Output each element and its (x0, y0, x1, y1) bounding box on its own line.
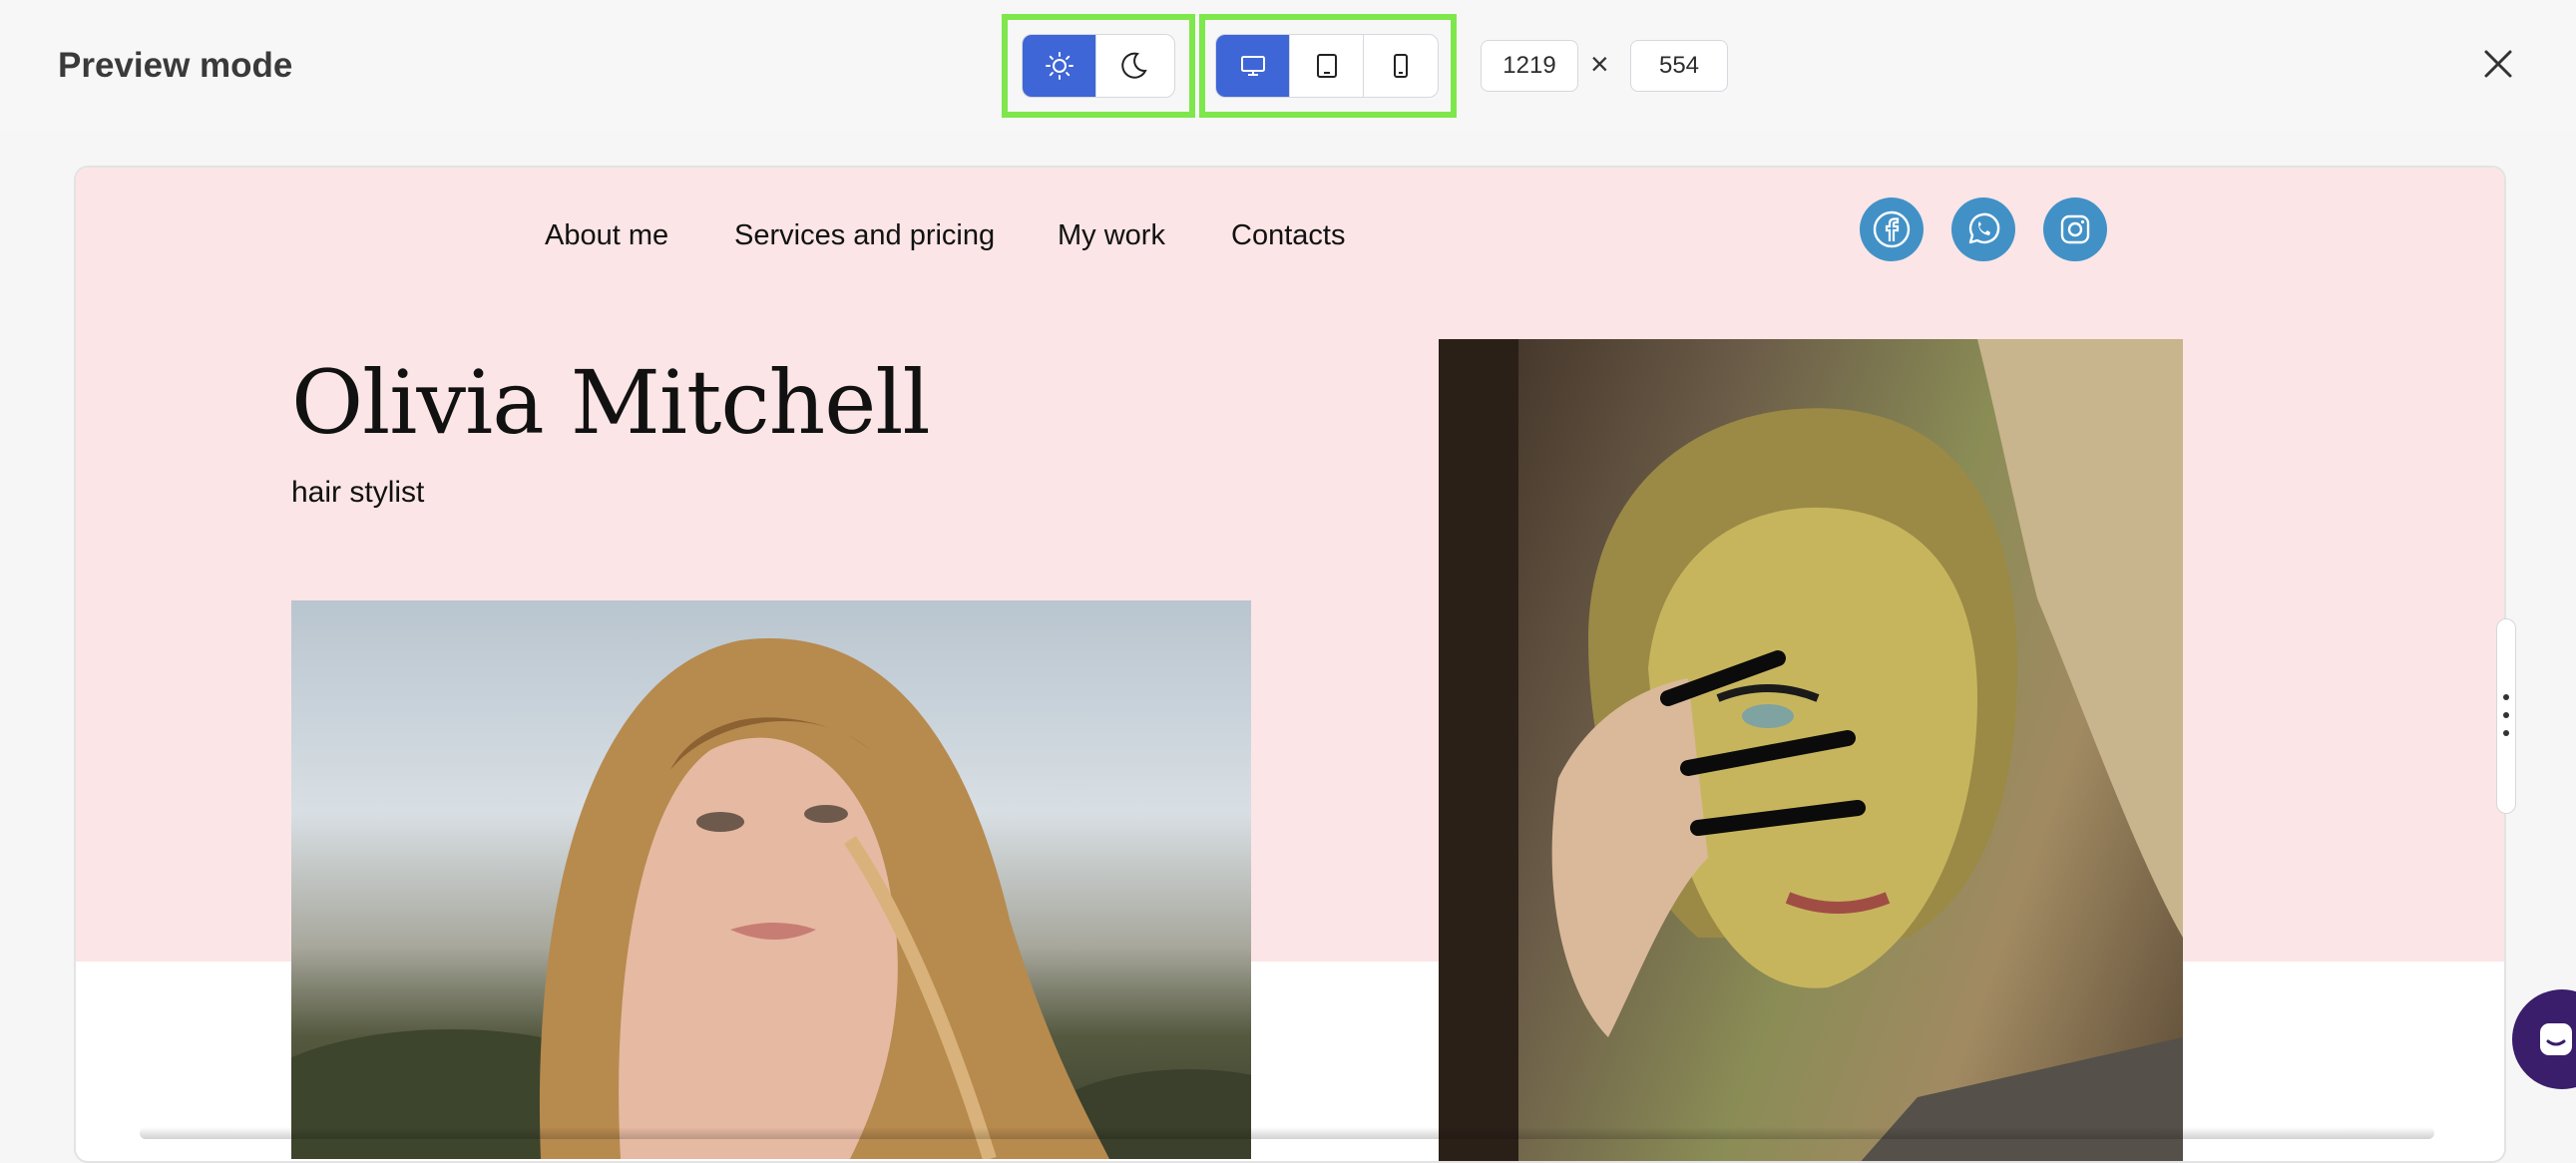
sun-icon (1045, 52, 1073, 80)
instagram-button[interactable] (2043, 197, 2107, 261)
close-icon[interactable] (2478, 44, 2518, 84)
portrait-photo-2 (1439, 339, 2183, 1161)
facebook-button[interactable] (1860, 197, 1924, 261)
portrait-photo-1 (291, 600, 1251, 1159)
whatsapp-button[interactable] (1951, 197, 2015, 261)
device-toggle (1215, 34, 1439, 98)
desktop-icon (1240, 56, 1265, 76)
site-preview-frame: About me Services and pricing My work Co… (74, 166, 2506, 1163)
page-title: Preview mode (58, 46, 293, 85)
desktop-view-button[interactable] (1216, 35, 1290, 97)
nav-services[interactable]: Services and pricing (734, 215, 995, 255)
chat-launcher-button[interactable] (2512, 989, 2576, 1089)
tablet-icon (1316, 54, 1337, 78)
dimension-separator: × (1590, 46, 1609, 82)
tablet-view-button[interactable] (1290, 35, 1364, 97)
theme-toggle (1022, 34, 1175, 98)
portrait-2-shapes (1439, 339, 2183, 1161)
mobile-view-button[interactable] (1364, 35, 1438, 97)
dark-mode-button[interactable] (1096, 35, 1170, 97)
site-name-heading: Olivia Mitchell (291, 351, 931, 454)
whatsapp-icon (1968, 212, 2000, 244)
preview-toolbar: Preview mode × (0, 0, 2576, 130)
nav-about[interactable]: About me (545, 215, 668, 255)
drag-handle-icon (2503, 694, 2509, 736)
site-subtitle: hair stylist (291, 476, 425, 509)
instagram-icon (2060, 214, 2090, 244)
portrait-1-shapes (291, 637, 1251, 1159)
phone-icon (1394, 54, 1408, 78)
nav-contacts[interactable]: Contacts (1231, 215, 1345, 255)
facebook-icon (1873, 210, 1911, 248)
width-input[interactable] (1481, 40, 1578, 92)
moon-icon (1121, 52, 1147, 79)
light-mode-button[interactable] (1023, 35, 1096, 97)
bottom-edge-shadow (140, 1127, 2434, 1139)
chat-icon (2540, 1023, 2572, 1055)
height-input[interactable] (1630, 40, 1728, 92)
nav-my-work[interactable]: My work (1058, 215, 1165, 255)
